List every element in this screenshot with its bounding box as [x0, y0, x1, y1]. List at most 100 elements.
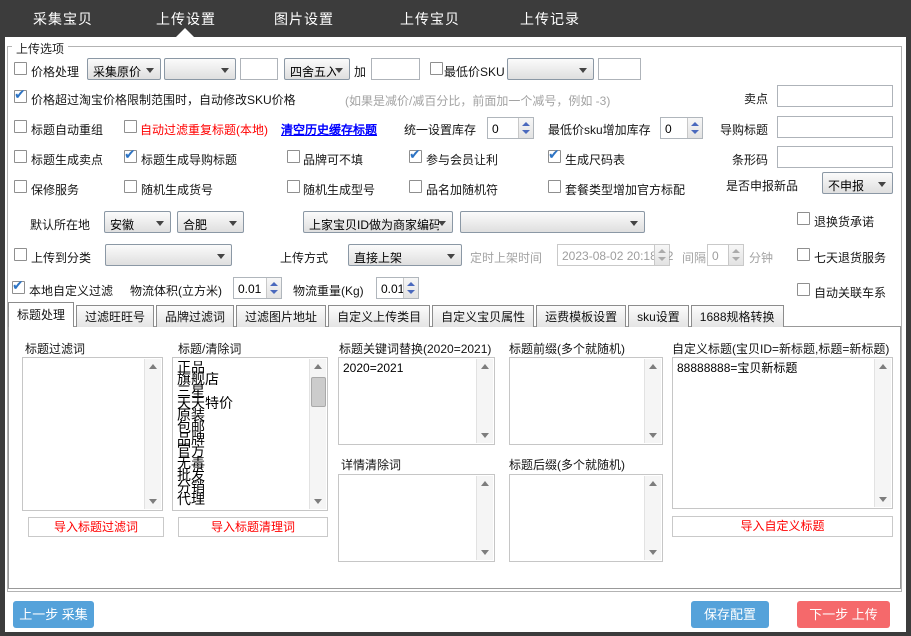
default-location-label: 默认所在地 — [30, 216, 90, 233]
tab-filter-wangwang[interactable]: 过滤旺旺号 — [76, 305, 154, 327]
tab-custom-category[interactable]: 自定义上传类目 — [328, 305, 430, 327]
scrollbar[interactable] — [874, 359, 891, 507]
spin-down-icon — [732, 257, 740, 261]
price-process-label: 价格处理 — [31, 63, 79, 80]
tab-title-processing[interactable]: 标题处理 — [8, 302, 74, 327]
rounding-dropdown[interactable]: 四舍五入 — [284, 58, 350, 80]
guide-title-input[interactable] — [777, 116, 893, 138]
spin-up-icon — [270, 282, 278, 286]
nav-tab-image-settings[interactable]: 图片设置 — [274, 9, 334, 29]
nav-tab-upload-records[interactable]: 上传记录 — [520, 9, 580, 29]
upload-category-dropdown[interactable] — [105, 244, 232, 266]
tab-filter-image-url[interactable]: 过滤图片地址 — [236, 305, 326, 327]
province-dropdown[interactable]: 安徽 — [104, 211, 171, 233]
schedule-time-spinner[interactable]: 2023-08-02 20:18:02 — [557, 244, 670, 266]
tab-sku-settings[interactable]: sku设置 — [628, 305, 689, 327]
keyword-replace-label: 标题关键词替换(2020=2021) — [339, 340, 491, 357]
auto-car-series-checkbox[interactable] — [797, 283, 810, 296]
tab-custom-attributes[interactable]: 自定义宝贝属性 — [432, 305, 534, 327]
price-limit-label: 价格超过淘宝价格限制范围时，自动修改SKU价格 — [31, 91, 296, 108]
random-model-checkbox[interactable] — [287, 180, 300, 193]
custom-title-textarea[interactable]: 88888888=宝贝新标题 — [672, 357, 893, 509]
prev-step-button[interactable]: 上一步 采集 — [13, 601, 94, 628]
lowest-sku-dropdown[interactable] — [507, 58, 594, 80]
scrollbar[interactable] — [644, 476, 661, 560]
chevron-down-icon — [217, 254, 225, 259]
price-source-dropdown[interactable]: 采集原价 — [87, 58, 161, 80]
detail-clean-label: 详情清除词 — [341, 456, 401, 473]
nav-tab-collect[interactable]: 采集宝贝 — [33, 9, 93, 29]
title-guide-checkbox[interactable] — [124, 150, 137, 163]
warranty-label: 保修服务 — [31, 181, 79, 198]
price-process-checkbox[interactable] — [14, 62, 27, 75]
spin-up-icon — [522, 122, 530, 126]
scrollbar[interactable] — [476, 476, 493, 560]
price-adjust-dropdown[interactable] — [164, 58, 236, 80]
upload-category-checkbox[interactable] — [14, 248, 27, 261]
scrollbar[interactable] — [476, 359, 493, 443]
import-title-filter-button[interactable]: 导入标题过滤词 — [28, 517, 164, 537]
package-official-checkbox[interactable] — [548, 180, 561, 193]
upload-category-label: 上传到分类 — [31, 249, 91, 266]
unified-stock-spinner[interactable]: 0 — [487, 117, 534, 139]
scroll-up-icon — [481, 364, 489, 369]
selling-point-input[interactable] — [777, 85, 893, 107]
interval-spinner[interactable]: 0 — [707, 244, 744, 266]
chevron-down-icon — [447, 254, 455, 259]
volume-spinner[interactable]: 0.01 — [233, 277, 282, 299]
scrollbar[interactable] — [309, 359, 326, 509]
price-adjust-input[interactable] — [240, 58, 278, 80]
price-limit-checkbox[interactable] — [14, 90, 27, 103]
scrollbar-thumb[interactable] — [311, 377, 326, 407]
scrollbar[interactable] — [644, 359, 661, 443]
member-discount-checkbox[interactable] — [409, 150, 422, 163]
tab-brand-filter[interactable]: 品牌过滤词 — [156, 305, 234, 327]
nav-tab-upload-settings[interactable]: 上传设置 — [156, 9, 216, 29]
name-random-char-checkbox[interactable] — [409, 180, 422, 193]
title-suffix-textarea[interactable] — [509, 474, 663, 562]
local-custom-filter-checkbox[interactable] — [12, 281, 25, 294]
scrollbar[interactable] — [144, 359, 161, 509]
title-prefix-textarea[interactable] — [509, 357, 663, 445]
merchant-code-extra-dropdown[interactable] — [460, 211, 645, 233]
tab-1688-spec[interactable]: 1688规格转换 — [691, 305, 784, 327]
size-chart-checkbox[interactable] — [548, 150, 561, 163]
lowest-sku-input[interactable] — [598, 58, 641, 80]
title-selling-point-checkbox[interactable] — [14, 150, 27, 163]
clear-history-link[interactable]: 清空历史缓存标题 — [281, 121, 377, 138]
upload-method-dropdown[interactable]: 直接上架 — [348, 244, 462, 266]
title-regroup-label: 标题自动重组 — [31, 121, 103, 138]
tab-shipping-template[interactable]: 运费模板设置 — [536, 305, 626, 327]
weight-spinner[interactable]: 0.01 — [376, 277, 419, 299]
city-dropdown[interactable]: 合肥 — [177, 211, 244, 233]
local-custom-filter-label: 本地自定义过滤 — [29, 282, 113, 299]
detail-clean-textarea[interactable] — [338, 474, 495, 562]
declare-new-product-dropdown[interactable]: 不申报 — [822, 172, 893, 194]
title-regroup-checkbox[interactable] — [14, 120, 27, 133]
auto-filter-duplicate-checkbox[interactable] — [124, 120, 137, 133]
scroll-down-icon — [149, 499, 157, 504]
warranty-checkbox[interactable] — [14, 180, 27, 193]
title-clean-textarea[interactable]: 正品 旗舰店 三星 天天特价 原装 包邮 品牌 官方 无毒 批发 分销 代理 — [172, 357, 328, 511]
auto-car-series-label: 自动关联车系 — [814, 284, 886, 301]
title-filter-textarea[interactable] — [22, 357, 163, 511]
brand-optional-checkbox[interactable] — [287, 150, 300, 163]
save-config-button[interactable]: 保存配置 — [691, 601, 769, 628]
seven-day-return-checkbox[interactable] — [797, 248, 810, 261]
barcode-input[interactable] — [777, 146, 893, 168]
lowest-sku-checkbox[interactable] — [430, 62, 443, 75]
import-custom-title-button[interactable]: 导入自定义标题 — [672, 516, 893, 537]
keyword-replace-textarea[interactable]: 2020=2021 — [338, 357, 495, 445]
nav-tab-upload-items[interactable]: 上传宝贝 — [400, 9, 460, 29]
return-promise-label: 退换货承诺 — [814, 213, 874, 230]
title-prefix-label: 标题前缀(多个就随机) — [509, 340, 625, 357]
scroll-up-icon — [149, 364, 157, 369]
return-promise-checkbox[interactable] — [797, 212, 810, 225]
import-title-clean-button[interactable]: 导入标题清理词 — [178, 517, 328, 537]
price-add-input[interactable] — [371, 58, 420, 80]
random-item-no-checkbox[interactable] — [124, 180, 137, 193]
next-step-button[interactable]: 下一步 上传 — [797, 601, 890, 628]
merchant-code-dropdown[interactable]: 上家宝贝ID做为商家编码 — [303, 211, 453, 233]
check-icon — [548, 146, 560, 164]
sku-stock-spinner[interactable]: 0 — [660, 117, 703, 139]
